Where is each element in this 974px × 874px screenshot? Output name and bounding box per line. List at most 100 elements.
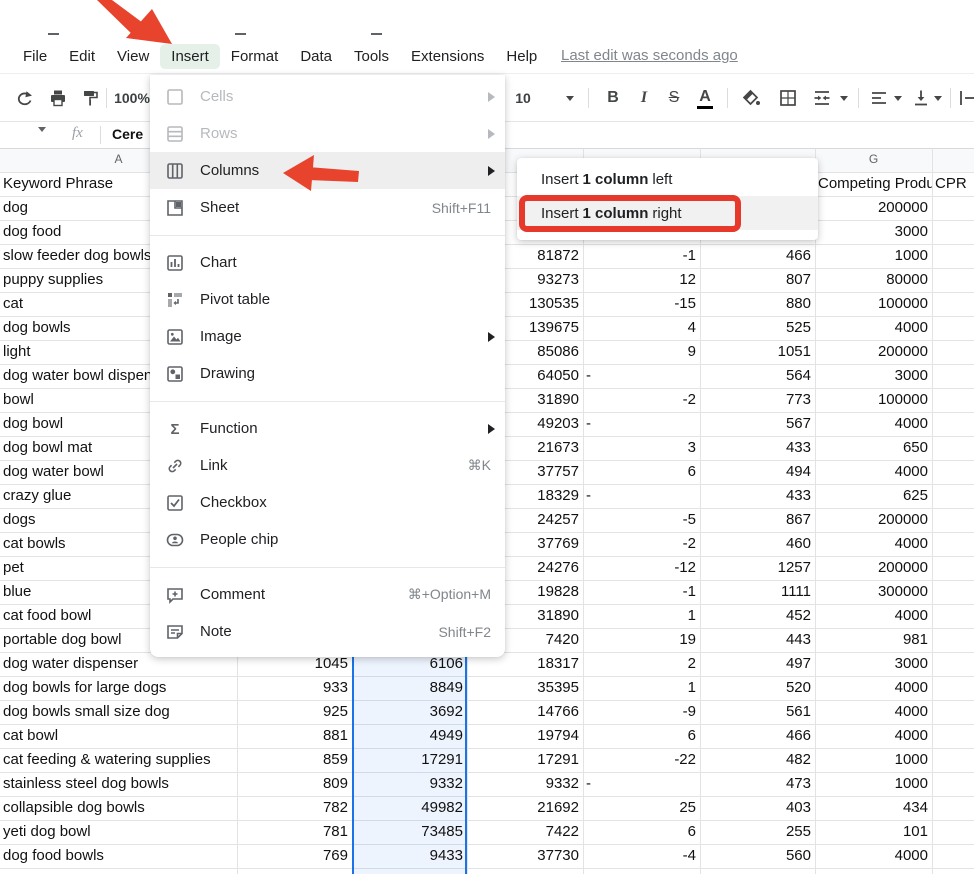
cell[interactable]: 650 xyxy=(815,436,932,460)
cell[interactable]: 560 xyxy=(700,844,815,868)
cell[interactable]: 443 xyxy=(700,628,815,652)
cell[interactable]: 101 xyxy=(815,820,932,844)
text-color-button[interactable]: A xyxy=(692,74,718,122)
cell[interactable]: 300000 xyxy=(815,580,932,604)
menubar-item-tools[interactable]: Tools xyxy=(343,44,400,69)
menubar-item-data[interactable]: Data xyxy=(289,44,343,69)
cell[interactable]: 473 xyxy=(700,772,815,796)
cell[interactable]: 6 xyxy=(583,460,700,484)
menubar-item-edit[interactable]: Edit xyxy=(58,44,106,69)
cell[interactable]: -9 xyxy=(583,700,700,724)
cell[interactable]: 782 xyxy=(237,796,352,820)
menu-item-link[interactable]: Link⌘K xyxy=(150,447,505,484)
zoom-control[interactable]: 100% xyxy=(114,74,150,122)
cell[interactable]: 25 xyxy=(583,796,700,820)
cell[interactable]: 925 xyxy=(237,700,352,724)
cell[interactable]: 14766 xyxy=(467,700,583,724)
cell[interactable]: 2 xyxy=(583,652,700,676)
menu-item-columns[interactable]: Columns xyxy=(150,152,505,189)
cell[interactable]: 73485 xyxy=(352,820,467,844)
cell[interactable]: 1000 xyxy=(815,772,932,796)
cell[interactable]: 200000 xyxy=(815,556,932,580)
cell[interactable]: 4000 xyxy=(815,412,932,436)
cell[interactable]: 3692 xyxy=(352,700,467,724)
cell[interactable]: 433 xyxy=(700,436,815,460)
horizontal-align-caret-icon[interactable] xyxy=(891,74,905,122)
menu-item-checkbox[interactable]: Checkbox xyxy=(150,484,505,521)
cell[interactable]: 6 xyxy=(583,820,700,844)
cell[interactable]: 4000 xyxy=(815,844,932,868)
cell[interactable]: 769 xyxy=(237,844,352,868)
menu-item-comment[interactable]: Comment⌘+Option+M xyxy=(150,576,505,613)
menu-item-people-chip[interactable]: People chip xyxy=(150,521,505,558)
name-box-caret-icon[interactable] xyxy=(38,132,46,150)
merge-cells-icon[interactable] xyxy=(808,74,836,122)
cell[interactable]: 561 xyxy=(700,700,815,724)
cell[interactable]: cat feeding & watering supplies xyxy=(0,748,237,772)
menubar-item-view[interactable]: View xyxy=(106,44,160,69)
menubar-item-format[interactable]: Format xyxy=(220,44,290,69)
cell[interactable]: 1111 xyxy=(700,580,815,604)
cell[interactable]: 12 xyxy=(583,268,700,292)
cell[interactable]: 497 xyxy=(700,652,815,676)
cell[interactable]: 200000 xyxy=(815,340,932,364)
cell[interactable]: 4000 xyxy=(815,676,932,700)
menu-item-drawing[interactable]: Drawing xyxy=(150,355,505,392)
cell[interactable]: 19794 xyxy=(467,724,583,748)
cell[interactable]: 1000 xyxy=(815,244,932,268)
cell[interactable]: 4000 xyxy=(815,460,932,484)
cell[interactable]: 1051 xyxy=(700,340,815,364)
cell[interactable]: 881 xyxy=(237,724,352,748)
cell[interactable]: cat bowl xyxy=(0,724,237,748)
fill-color-icon[interactable] xyxy=(737,74,765,122)
menubar-item-insert[interactable]: Insert xyxy=(160,44,220,69)
cell[interactable]: 80000 xyxy=(815,268,932,292)
cell[interactable]: dog food bowls xyxy=(0,844,237,868)
cell[interactable]: 17291 xyxy=(467,748,583,772)
cell[interactable]: Competing Products xyxy=(815,172,932,196)
cell[interactable]: 4000 xyxy=(815,604,932,628)
cell[interactable]: 880 xyxy=(700,292,815,316)
cell[interactable]: 6 xyxy=(583,724,700,748)
cell[interactable]: 100000 xyxy=(815,292,932,316)
menubar-item-file[interactable]: File xyxy=(12,44,58,69)
cell[interactable]: 981 xyxy=(815,628,932,652)
print-icon[interactable] xyxy=(44,74,72,122)
menubar-item-help[interactable]: Help xyxy=(495,44,548,69)
cell[interactable]: 3000 xyxy=(815,364,932,388)
cell[interactable]: 1257 xyxy=(700,556,815,580)
vertical-align-caret-icon[interactable] xyxy=(931,74,945,122)
cell[interactable]: -12 xyxy=(583,556,700,580)
cell[interactable]: 4000 xyxy=(815,532,932,556)
menu-item-chart[interactable]: Chart xyxy=(150,244,505,281)
italic-button[interactable]: I xyxy=(631,74,657,122)
cell[interactable]: -22 xyxy=(583,748,700,772)
font-size-caret-icon[interactable] xyxy=(562,74,578,122)
cell[interactable]: -15 xyxy=(583,292,700,316)
menu-item-image[interactable]: Image xyxy=(150,318,505,355)
cell[interactable]: -1 xyxy=(583,244,700,268)
cell[interactable]: 933 xyxy=(237,676,352,700)
cell[interactable]: CPR xyxy=(932,172,974,196)
cell[interactable]: 9332 xyxy=(467,772,583,796)
merge-cells-caret-icon[interactable] xyxy=(836,74,852,122)
cell[interactable]: 520 xyxy=(700,676,815,700)
cell[interactable]: 567 xyxy=(700,412,815,436)
paint-format-icon[interactable] xyxy=(76,74,104,122)
cell[interactable]: collapsible dog bowls xyxy=(0,796,237,820)
cell[interactable]: 525 xyxy=(700,316,815,340)
menu-item-sheet[interactable]: SheetShift+F11 xyxy=(150,189,505,226)
cell[interactable]: 466 xyxy=(700,724,815,748)
menu-item-pivot-table[interactable]: Pivot table xyxy=(150,281,505,318)
cell[interactable]: -5 xyxy=(583,508,700,532)
menubar-item-extensions[interactable]: Extensions xyxy=(400,44,495,69)
cell[interactable]: 781 xyxy=(237,820,352,844)
cell[interactable]: 4949 xyxy=(352,724,467,748)
cell[interactable]: 4000 xyxy=(815,316,932,340)
cell[interactable]: 8849 xyxy=(352,676,467,700)
borders-icon[interactable] xyxy=(774,74,802,122)
cell[interactable]: 460 xyxy=(700,532,815,556)
menu-item-function[interactable]: ΣFunction xyxy=(150,410,505,447)
cell[interactable]: 403 xyxy=(700,796,815,820)
cell[interactable]: 35395 xyxy=(467,676,583,700)
